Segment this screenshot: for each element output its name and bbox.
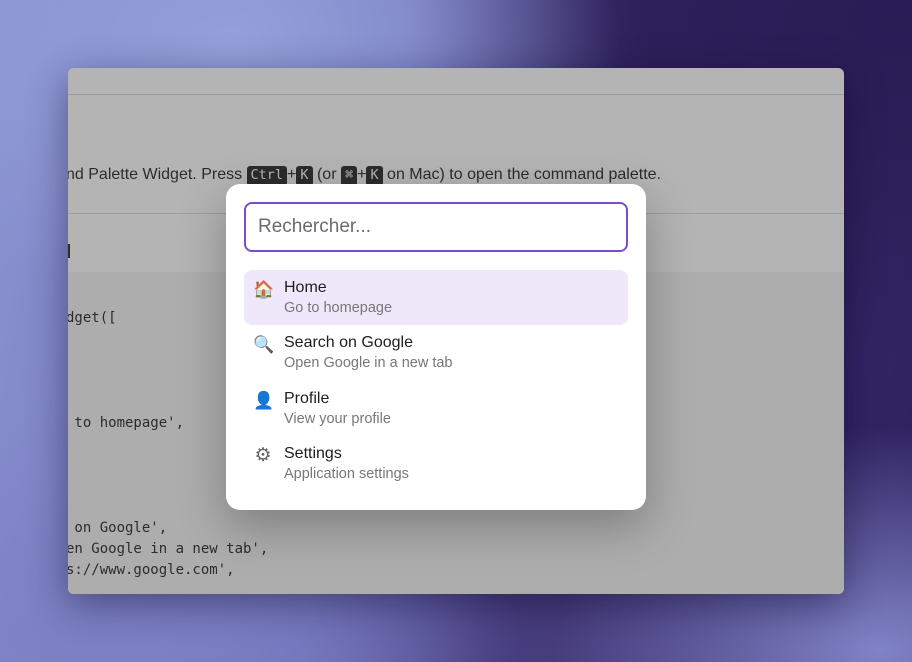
gear-icon: ⚙ [254,445,272,466]
command-description: View your profile [284,411,391,427]
command-title: Settings [284,445,342,462]
command-description: Go to homepage [284,300,393,316]
house-icon: 🏠 [253,280,275,299]
command-title: Home [284,279,327,296]
command-title: Profile [284,390,330,407]
command-item-profile[interactable]: 👤 Profile View your profile [244,381,628,436]
command-title: Search on Google [284,334,413,351]
command-item-home[interactable]: 🏠 Home Go to homepage [244,270,628,325]
command-item-settings[interactable]: ⚙ Settings Application settings [244,436,628,491]
command-description: Open Google in a new tab [284,355,453,371]
search-input[interactable] [244,202,628,252]
command-description: Application settings [284,466,409,482]
command-palette: 🏠 Home Go to homepage 🔍 Search on Google… [226,184,646,510]
user-icon: 👤 [253,391,275,410]
command-item-search-google[interactable]: 🔍 Search on Google Open Google in a new … [244,325,628,380]
search-icon: 🔍 [253,335,275,354]
